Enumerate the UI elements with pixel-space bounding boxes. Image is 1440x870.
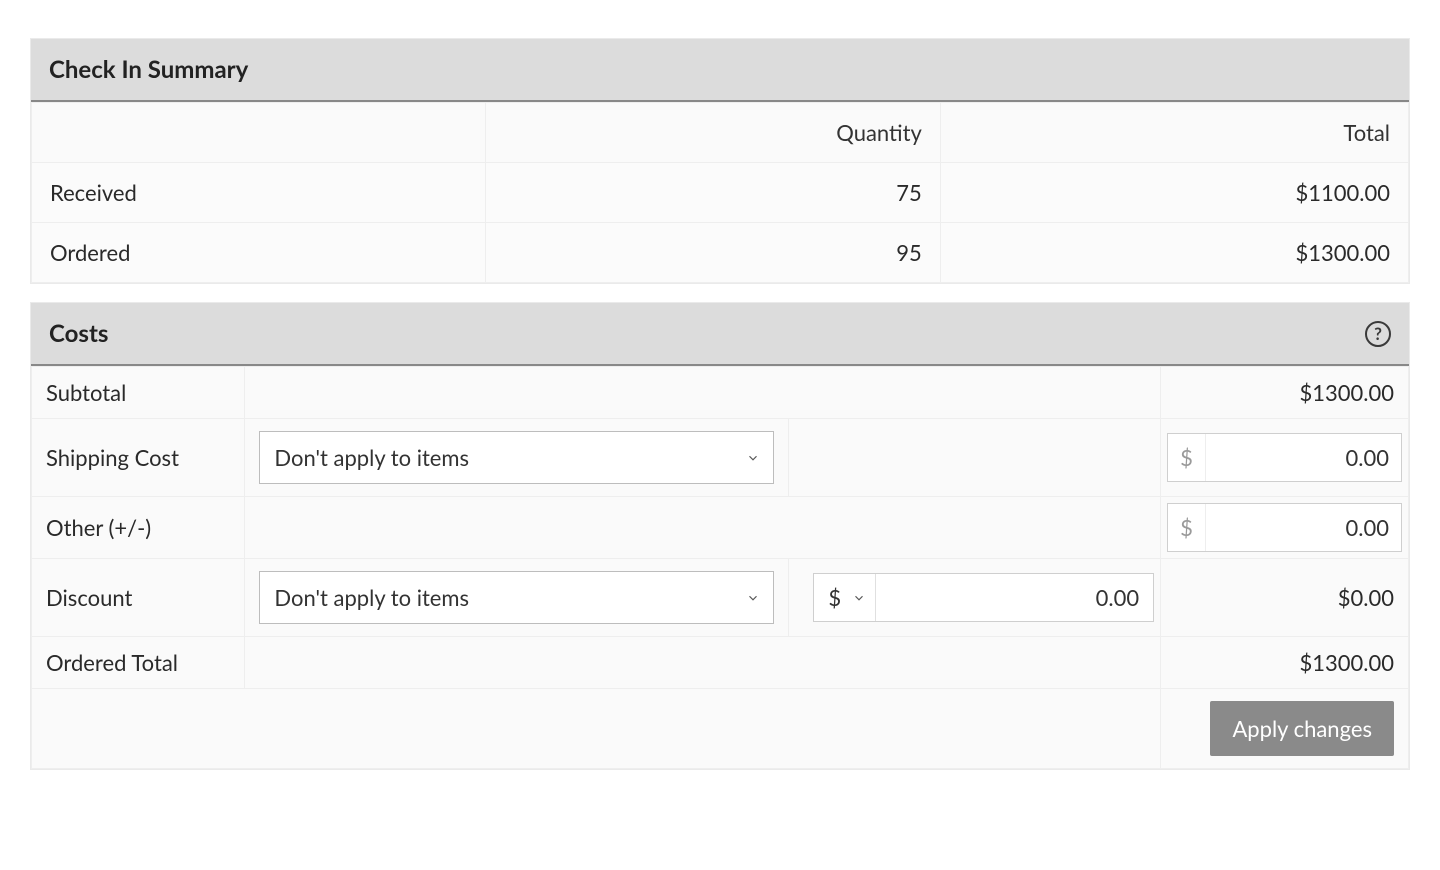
shipping-value-cell: $ — [1161, 419, 1409, 497]
costs-row-subtotal: Subtotal $1300.00 — [32, 367, 1409, 419]
received-qty: 75 — [486, 163, 940, 223]
footer-blank — [32, 689, 1161, 769]
costs-footer-row: Apply changes — [32, 689, 1409, 769]
help-icon: ? — [1365, 321, 1391, 347]
checkin-header-row: Quantity Total — [32, 103, 1409, 163]
other-label: Other (+/-) — [32, 497, 245, 559]
checkin-summary-header: Check In Summary — [31, 39, 1409, 102]
apply-changes-button[interactable]: Apply changes — [1210, 701, 1394, 756]
subtotal-value: $1300.00 — [1161, 367, 1409, 419]
checkin-summary-title: Check In Summary — [49, 55, 248, 84]
shipping-apply-select[interactable]: Don't apply to items — [259, 431, 774, 484]
checkin-col-blank — [32, 103, 486, 163]
discount-value-input[interactable] — [876, 574, 1153, 621]
costs-row-ordered-total: Ordered Total $1300.00 — [32, 637, 1409, 689]
costs-row-other: Other (+/-) $ — [32, 497, 1409, 559]
subtotal-blank — [245, 367, 1161, 419]
discount-total: $0.00 — [1161, 559, 1409, 637]
ordered-qty: 95 — [486, 223, 940, 283]
shipping-label: Shipping Cost — [32, 419, 245, 497]
other-cost-input[interactable] — [1206, 504, 1401, 551]
checkin-summary-panel: Check In Summary Quantity Total Received… — [30, 38, 1410, 284]
checkin-col-quantity: Quantity — [486, 103, 940, 163]
costs-table: Subtotal $1300.00 Shipping Cost Don't ap… — [31, 366, 1409, 769]
other-currency: $ — [1168, 504, 1206, 551]
ordered-total-value: $1300.00 — [1161, 637, 1409, 689]
shipping-cost-input[interactable] — [1206, 434, 1401, 481]
subtotal-label: Subtotal — [32, 367, 245, 419]
checkin-row-ordered: Ordered 95 $1300.00 — [32, 223, 1409, 283]
costs-header: Costs ? — [31, 303, 1409, 366]
discount-input-cell: $ — [789, 559, 1161, 637]
shipping-blank — [789, 419, 1161, 497]
checkin-summary-table: Quantity Total Received 75 $1100.00 Orde… — [31, 102, 1409, 283]
apply-cell: Apply changes — [1161, 689, 1409, 769]
checkin-col-total: Total — [940, 103, 1408, 163]
ordered-total-label: Ordered Total — [32, 637, 245, 689]
other-value-cell: $ — [1161, 497, 1409, 559]
shipping-apply-cell: Don't apply to items — [245, 419, 789, 497]
discount-apply-cell: Don't apply to items — [245, 559, 789, 637]
discount-label: Discount — [32, 559, 245, 637]
costs-title: Costs — [49, 319, 108, 348]
costs-row-shipping: Shipping Cost Don't apply to items — [32, 419, 1409, 497]
discount-unit-select[interactable]: $ — [814, 574, 876, 621]
other-blank — [245, 497, 1161, 559]
checkin-row-received: Received 75 $1100.00 — [32, 163, 1409, 223]
received-total: $1100.00 — [940, 163, 1408, 223]
ordered-total-blank — [245, 637, 1161, 689]
costs-help-button[interactable]: ? — [1365, 321, 1391, 347]
costs-panel: Costs ? Subtotal $1300.00 Shipping Cost — [30, 302, 1410, 770]
ordered-total: $1300.00 — [940, 223, 1408, 283]
ordered-label: Ordered — [32, 223, 486, 283]
shipping-currency: $ — [1168, 434, 1206, 481]
received-label: Received — [32, 163, 486, 223]
discount-apply-select[interactable]: Don't apply to items — [259, 571, 774, 624]
costs-row-discount: Discount Don't apply to items — [32, 559, 1409, 637]
